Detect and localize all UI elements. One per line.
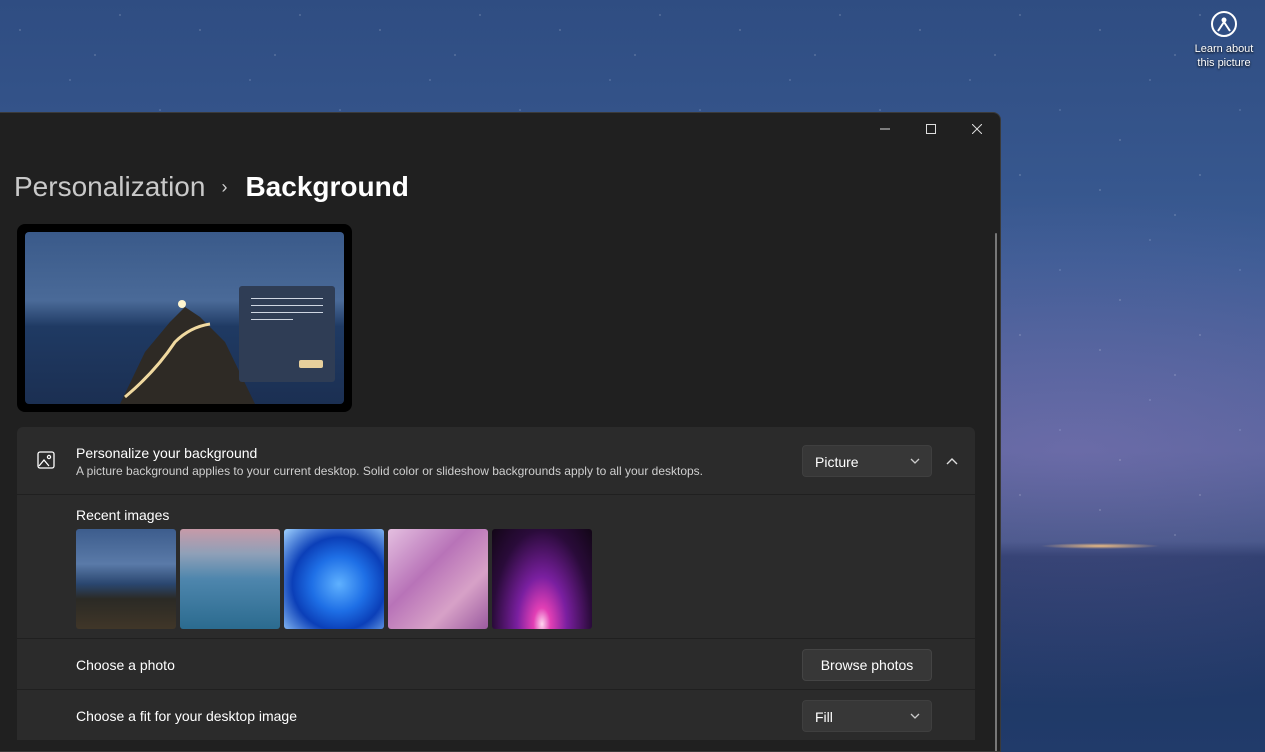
settings-window: Personalization › Background Personalize… [0,112,1001,752]
close-button[interactable] [954,113,1000,145]
mockup-line [251,298,323,299]
choose-photo-label: Choose a photo [76,657,175,673]
chevron-up-icon [946,458,958,465]
breadcrumb: Personalization › Background [14,171,409,203]
personalize-description: A picture background applies to your cur… [76,464,704,478]
learn-about-picture-icon [1206,6,1242,42]
desktop-icon-label-2: this picture [1197,57,1251,69]
minimize-icon [880,128,890,130]
background-type-value: Picture [815,454,859,470]
browse-photos-button[interactable]: Browse photos [802,649,932,681]
recent-image-bloom[interactable] [284,529,384,629]
picture-icon [37,451,55,474]
page-title: Background [245,171,409,202]
recent-images-label: Recent images [76,507,170,523]
mockup-button [299,360,323,368]
scrollbar[interactable] [995,233,997,751]
background-type-dropdown[interactable]: Picture [802,445,932,477]
recent-image-lighthouse[interactable] [76,529,176,629]
breadcrumb-separator: › [221,176,228,197]
choose-photo-row: Choose a photo Browse photos [17,639,975,689]
recent-images-section: Recent images [17,495,975,638]
learn-about-picture-shortcut[interactable]: Learn about this picture [1190,6,1258,70]
desktop-preview [17,224,352,412]
mockup-line [251,305,323,306]
chevron-down-icon [910,458,920,464]
minimize-button[interactable] [862,113,908,145]
fit-value: Fill [815,709,833,725]
preview-wallpaper [25,232,344,404]
horizon-lights [1040,543,1160,549]
collapse-button[interactable] [938,445,966,477]
personalize-background-card: Personalize your background A picture ba… [17,427,975,494]
recent-image-petals[interactable] [388,529,488,629]
desktop-icon-label-1: Learn about [1194,43,1254,55]
recent-image-glow[interactable] [492,529,592,629]
maximize-icon [926,124,936,134]
recent-images-list [76,529,592,629]
fit-dropdown[interactable]: Fill [802,700,932,732]
choose-fit-label: Choose a fit for your desktop image [76,708,298,724]
title-bar[interactable] [0,113,1000,145]
breadcrumb-personalization[interactable]: Personalization [14,171,205,203]
maximize-button[interactable] [908,113,954,145]
recent-image-pier[interactable] [180,529,280,629]
mockup-line [251,319,293,320]
preview-window-mockup [239,286,335,382]
personalize-title: Personalize your background [76,445,258,461]
choose-fit-row: Choose a fit for your desktop image Fill [17,690,975,740]
close-icon [972,124,982,134]
mockup-line [251,312,323,313]
chevron-down-icon [910,713,920,719]
